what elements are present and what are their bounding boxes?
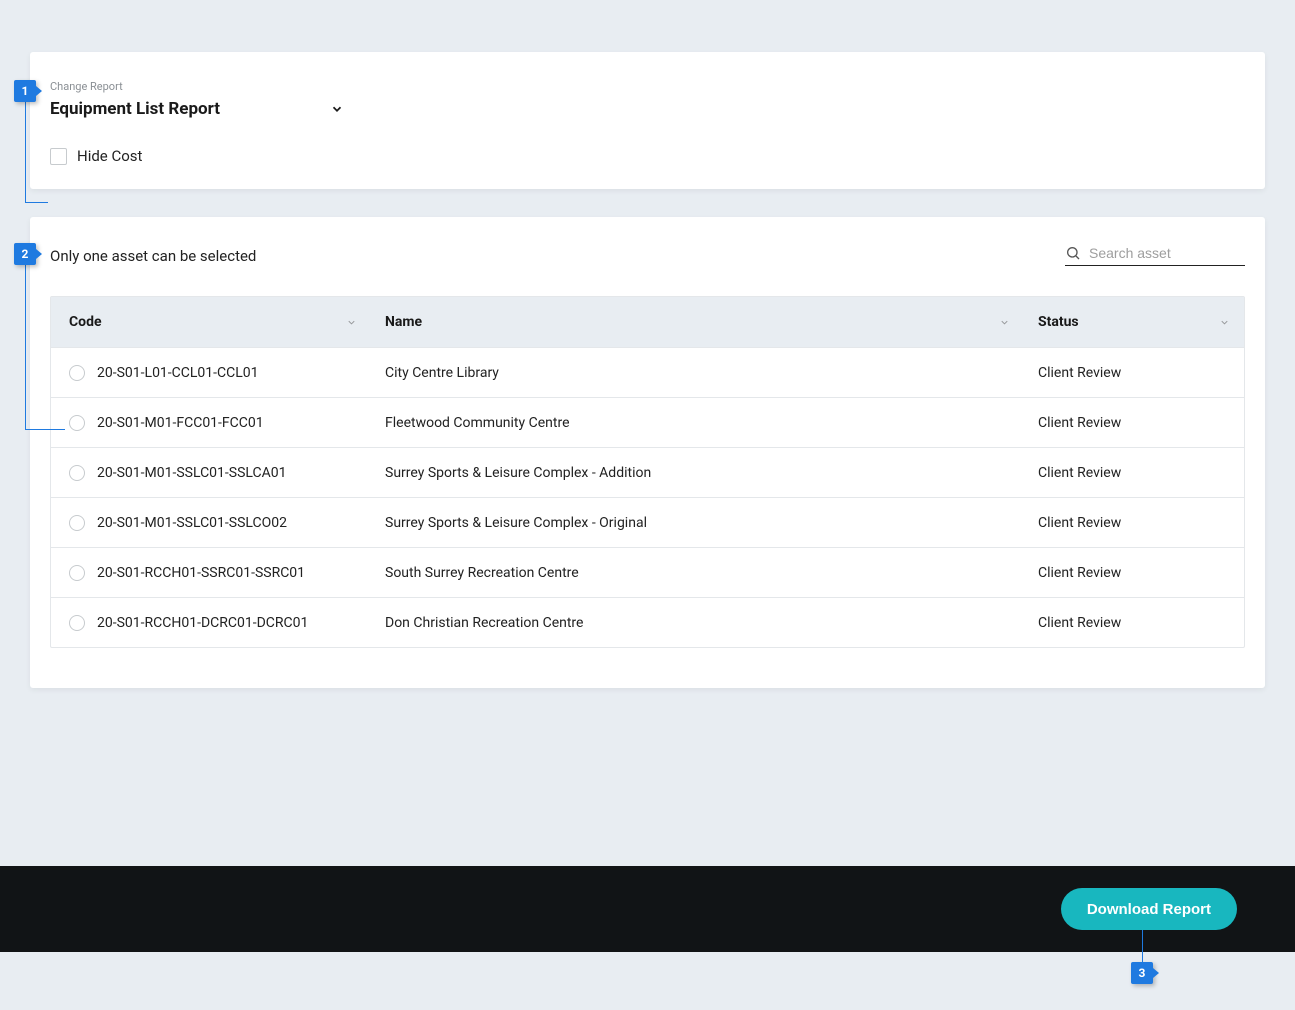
selection-hint: Only one asset can be selected	[50, 247, 256, 265]
column-label: Name	[385, 314, 422, 330]
table-row[interactable]: 20-S01-RCCH01-SSRC01-SSRC01 South Surrey …	[51, 547, 1244, 597]
asset-status: Client Review	[1024, 465, 1244, 481]
chevron-down-icon	[1219, 317, 1230, 328]
asset-code: 20-S01-RCCH01-SSRC01-SSRC01	[97, 565, 305, 581]
report-title: Equipment List Report	[50, 99, 220, 119]
column-label: Status	[1038, 314, 1079, 330]
search-icon	[1065, 245, 1081, 261]
table-row[interactable]: 20-S01-M01-FCC01-FCC01 Fleetwood Communit…	[51, 397, 1244, 447]
asset-code: 20-S01-M01-SSLC01-SSLCO02	[97, 515, 287, 531]
table-row[interactable]: 20-S01-M01-SSLC01-SSLCO02 Surrey Sports &…	[51, 497, 1244, 547]
chevron-down-icon	[346, 317, 357, 328]
asset-status: Client Review	[1024, 615, 1244, 631]
footer-bar: Download Report	[0, 866, 1295, 952]
asset-name: City Centre Library	[371, 365, 1024, 381]
column-header-status[interactable]: Status	[1024, 314, 1244, 330]
table-header: Code Name Status	[51, 297, 1244, 347]
callout-line	[25, 429, 65, 430]
asset-radio[interactable]	[69, 615, 85, 631]
callout-1: 1	[14, 80, 36, 102]
asset-selection-card: Only one asset can be selected Code Name…	[30, 217, 1265, 688]
callout-3: 3	[1131, 962, 1153, 984]
asset-code: 20-S01-RCCH01-DCRC01-DCRC01	[97, 615, 308, 631]
column-header-code[interactable]: Code	[51, 314, 371, 330]
asset-radio[interactable]	[69, 565, 85, 581]
chevron-down-icon	[999, 317, 1010, 328]
asset-status: Client Review	[1024, 365, 1244, 381]
asset-radio[interactable]	[69, 515, 85, 531]
callout-line	[1142, 930, 1143, 962]
asset-name: Surrey Sports & Leisure Complex - Origin…	[371, 515, 1024, 531]
asset-radio[interactable]	[69, 415, 85, 431]
column-label: Code	[69, 314, 102, 330]
asset-name: Surrey Sports & Leisure Complex - Additi…	[371, 465, 1024, 481]
table-row[interactable]: 20-S01-M01-SSLC01-SSLCA01 Surrey Sports &…	[51, 447, 1244, 497]
callout-line	[25, 102, 26, 203]
column-header-name[interactable]: Name	[371, 314, 1024, 330]
callout-2: 2	[14, 243, 36, 265]
asset-code: 20-S01-M01-SSLC01-SSLCA01	[97, 465, 287, 481]
callout-line	[25, 202, 48, 203]
asset-name: Don Christian Recreation Centre	[371, 615, 1024, 631]
asset-status: Client Review	[1024, 515, 1244, 531]
asset-status: Client Review	[1024, 415, 1244, 431]
hide-cost-label: Hide Cost	[77, 147, 142, 165]
asset-radio[interactable]	[69, 365, 85, 381]
asset-code: 20-S01-L01-CCL01-CCL01	[97, 365, 259, 381]
table-row[interactable]: 20-S01-L01-CCL01-CCL01 City Centre Librar…	[51, 347, 1244, 397]
report-config-card: Change Report Equipment List Report Hide…	[30, 52, 1265, 189]
search-input[interactable]	[1089, 245, 1245, 261]
asset-name: Fleetwood Community Centre	[371, 415, 1024, 431]
callout-line	[25, 265, 26, 430]
report-selector[interactable]: Equipment List Report	[50, 99, 1245, 119]
chevron-down-icon	[330, 102, 344, 116]
hide-cost-checkbox[interactable]	[50, 148, 67, 165]
download-report-button[interactable]: Download Report	[1061, 888, 1237, 930]
table-row[interactable]: 20-S01-RCCH01-DCRC01-DCRC01 Don Christian…	[51, 597, 1244, 647]
asset-code: 20-S01-M01-FCC01-FCC01	[97, 415, 264, 431]
asset-radio[interactable]	[69, 465, 85, 481]
asset-name: South Surrey Recreation Centre	[371, 565, 1024, 581]
asset-table: Code Name Status 20-S01-L01-CCL01-CCL01 C…	[50, 296, 1245, 648]
change-report-label: Change Report	[50, 80, 1245, 93]
search-asset[interactable]	[1065, 245, 1245, 266]
asset-status: Client Review	[1024, 565, 1244, 581]
